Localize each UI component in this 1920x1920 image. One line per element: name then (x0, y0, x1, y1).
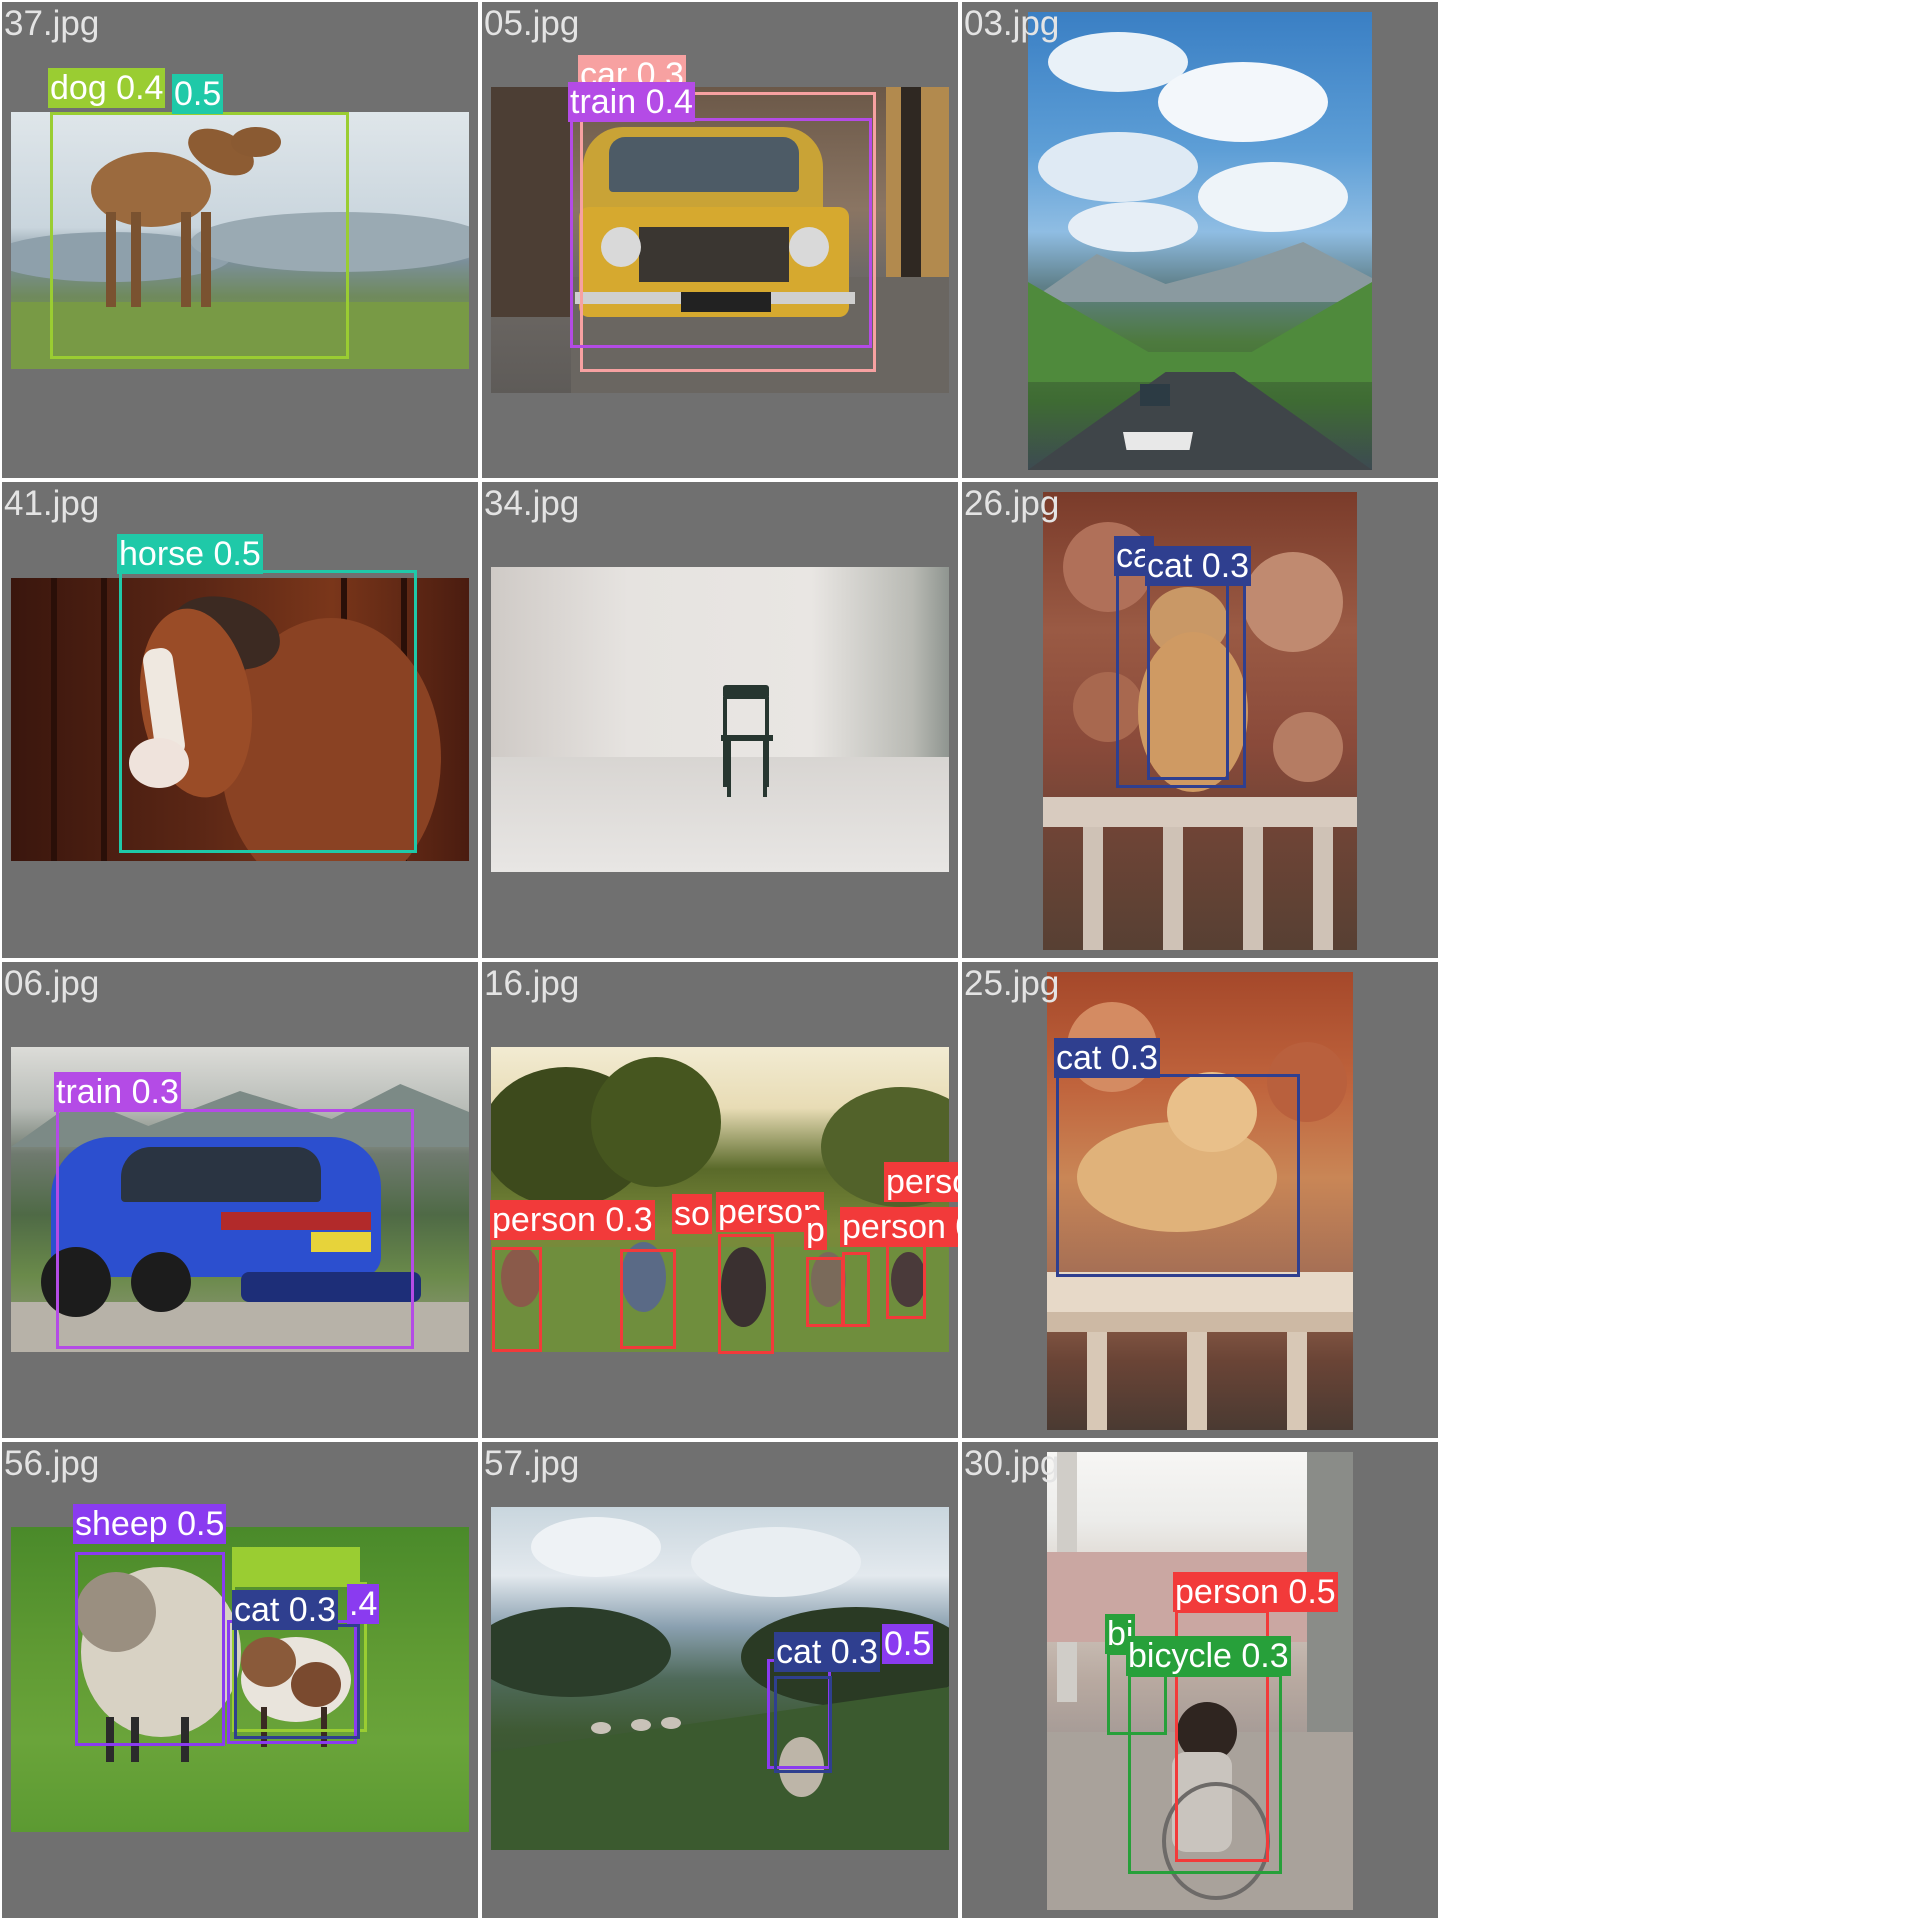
tile-26: ca cat 0.3 26.jpg (962, 482, 1438, 958)
detection-box (234, 1624, 360, 1739)
tile-filename: 06.jpg (4, 964, 100, 1003)
detection-label: person 0.5 (1173, 1572, 1338, 1612)
detection-label: cat 0.3 (1054, 1038, 1161, 1078)
detection-label: 0.5 (172, 74, 224, 114)
tile-filename: 16.jpg (484, 964, 580, 1003)
detection-box (1056, 1074, 1300, 1277)
detection-box (806, 1257, 844, 1327)
detection-label-swatch (232, 1547, 360, 1587)
detection-label: person 0.5 (884, 1162, 958, 1202)
detection-label: person 0.3 (840, 1207, 958, 1247)
tile-03: 03.jpg (962, 2, 1438, 478)
detection-label: person 0.3 (490, 1200, 655, 1240)
detection-box (75, 1552, 225, 1746)
tile-filename: 57.jpg (484, 1444, 580, 1483)
photo-mountain-road (1028, 12, 1372, 470)
detection-label: 0.5 (882, 1624, 934, 1664)
tile-56: .4 sheep 0.5 cat 0.3 56.jpg (2, 1442, 478, 1918)
tile-57: 0.5 cat 0.3 57.jpg (482, 1442, 958, 1918)
tile-16: person 0.3 so person person 0.5 p person… (482, 962, 958, 1438)
detection-box (718, 1234, 774, 1354)
tile-filename: 26.jpg (964, 484, 1060, 523)
photo-sheep-in-field (491, 1507, 949, 1850)
tile-filename: 37.jpg (4, 4, 100, 43)
tile-filename: 05.jpg (484, 4, 580, 43)
tile-filename: 03.jpg (964, 4, 1060, 43)
detection-label: cat 0.3 (1145, 546, 1252, 586)
detection-label: cat 0.3 (774, 1632, 881, 1672)
detection-box (774, 1676, 832, 1773)
detection-label: dog 0.4 (48, 68, 166, 108)
tile-37: 0.5 dog 0.4 37.jpg (2, 2, 478, 478)
tile-filename: 56.jpg (4, 1444, 100, 1483)
tile-41: horse 0.5 41.jpg (2, 482, 478, 958)
detection-label: train 0.3 (54, 1072, 181, 1112)
mosaic-grid: 0.5 dog 0.4 37.jpg car 0.3 train 0.4 05.… (0, 0, 1920, 1920)
detection-box (842, 1252, 870, 1327)
detection-label: p (804, 1210, 827, 1250)
tile-filename: 25.jpg (964, 964, 1060, 1003)
detection-label: horse 0.5 (117, 534, 263, 574)
tile-filename: 34.jpg (484, 484, 580, 523)
detection-box (119, 570, 417, 853)
detection-box (56, 1109, 414, 1349)
detection-box (620, 1249, 676, 1349)
detection-box (1147, 582, 1229, 780)
tile-30: person 0.5 bi bicycle 0.3 30.jpg (962, 1442, 1438, 1918)
tile-filename: 41.jpg (4, 484, 100, 523)
detection-box (1128, 1674, 1282, 1874)
tile-05: car 0.3 train 0.4 05.jpg (482, 2, 958, 478)
tile-25: cat 0.3 25.jpg (962, 962, 1438, 1438)
detection-box (886, 1244, 926, 1319)
detection-label: sheep 0.5 (73, 1504, 227, 1544)
detection-label: so (672, 1194, 712, 1234)
tile-filename: 30.jpg (964, 1444, 1060, 1483)
tile-06: train 0.3 06.jpg (2, 962, 478, 1438)
detection-label: cat 0.3 (232, 1590, 339, 1630)
photo-chair-studio (491, 567, 949, 872)
detection-label: bicycle 0.3 (1126, 1636, 1291, 1676)
detection-label: .4 (347, 1584, 380, 1624)
detection-label: train 0.4 (568, 82, 695, 122)
detection-box (492, 1247, 542, 1352)
detection-box (50, 112, 349, 359)
detection-box (570, 118, 872, 348)
tile-34: 34.jpg (482, 482, 958, 958)
